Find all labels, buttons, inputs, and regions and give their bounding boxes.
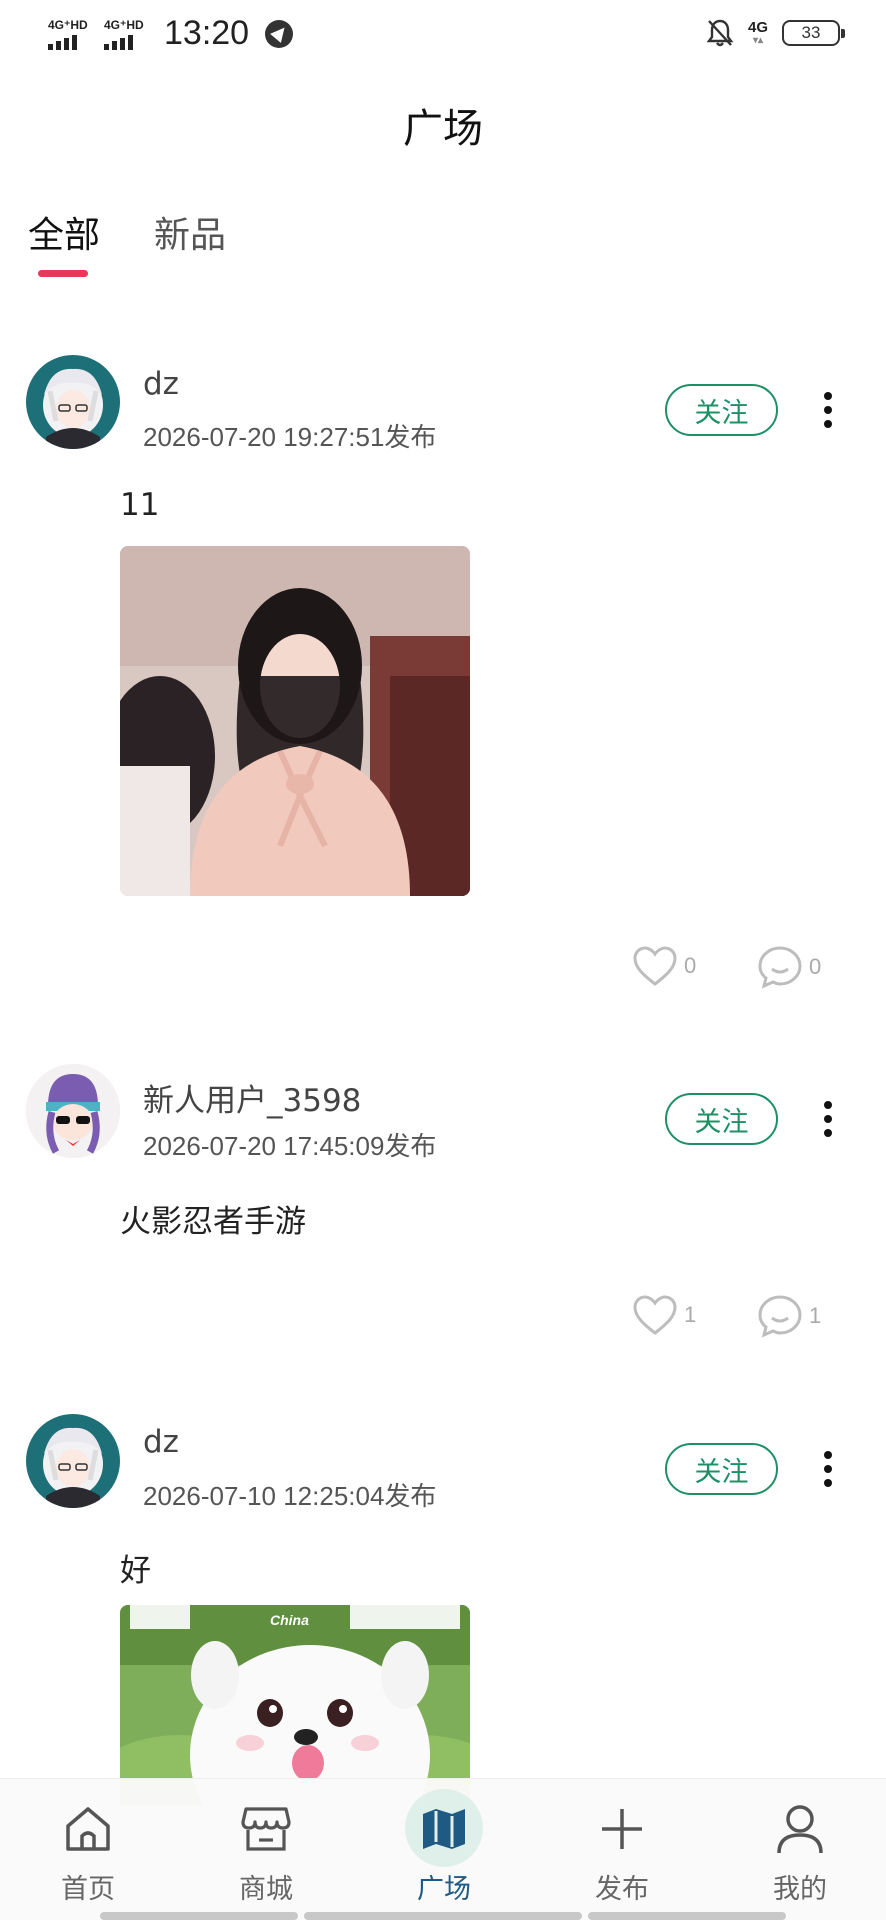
comment-button[interactable]: 0 [757,945,821,989]
avatar[interactable] [26,355,120,449]
post-image[interactable]: China [120,1605,470,1805]
follow-button[interactable]: 关注 [665,1443,778,1495]
store-icon [241,1807,291,1851]
home-indicator [588,1912,786,1920]
like-count: 0 [684,953,697,978]
sim1-signal-icon: 4G⁺HD [48,18,94,50]
nav-store[interactable]: 商城 [206,1801,326,1906]
like-button[interactable]: 0 [632,945,696,987]
nav-publish-label: 发布 [595,1874,649,1905]
comment-count: 1 [809,1303,822,1328]
active-tab-indicator [38,270,88,277]
comment-button[interactable]: 1 [757,1294,821,1338]
image-overlay-text: China [270,1612,309,1628]
bell-off-icon [706,19,734,47]
username[interactable]: dz [143,366,179,402]
post-text: 好 [120,1553,151,1589]
nav-store-label: 商城 [239,1874,293,1905]
sim1-label: 4G⁺HD [48,17,88,32]
battery-icon: 33 [782,20,845,46]
post-timestamp: 2026-07-20 17:45:09发布 [143,1131,437,1161]
more-options-icon[interactable] [818,1447,838,1491]
nav-profile[interactable]: 我的 [740,1801,860,1906]
nav-home[interactable]: 首页 [28,1801,148,1906]
nav-square-label: 广场 [417,1874,471,1905]
follow-button[interactable]: 关注 [665,384,778,436]
tab-all[interactable]: 全部 [28,206,101,277]
user-icon [777,1805,823,1854]
bottom-navigation: 首页 商城 广场 发布 我的 [0,1778,886,1920]
avatar[interactable] [26,1064,120,1158]
navigation-app-icon [265,19,294,48]
username[interactable]: 新人用户_3598 [143,1075,361,1120]
post-text: 11 [120,487,160,523]
network-4g-icon: 4G ▾▴ [747,19,768,46]
more-options-icon[interactable] [818,388,838,432]
sim2-signal-icon: 4G⁺HD [104,18,150,50]
battery-level: 33 [801,23,821,42]
tab-all-label: 全部 [28,215,101,256]
plus-icon [602,1809,642,1849]
status-bar: 4G⁺HD 4G⁺HD 13:20 4G ▾▴ 33 [0,0,886,68]
nav-square[interactable]: 广场 [384,1789,504,1906]
more-options-icon[interactable] [818,1097,838,1141]
username[interactable]: dz [143,1424,179,1460]
page-title: 广场 [403,106,483,152]
tab-new[interactable]: 新品 [154,206,226,258]
follow-button[interactable]: 关注 [665,1093,778,1145]
tab-bar: 全部 新品 [28,206,226,277]
nav-publish[interactable]: 发布 [562,1801,682,1906]
post-timestamp: 2026-07-20 19:27:51发布 [143,422,437,452]
post-image[interactable] [120,546,470,896]
comment-count: 0 [809,954,822,979]
avatar[interactable] [26,1414,120,1508]
status-time: 13:20 [164,14,250,52]
tab-new-label: 新品 [154,215,227,256]
home-icon [66,1807,110,1851]
post-timestamp: 2026-07-10 12:25:04发布 [143,1481,437,1511]
comment-icon [758,1295,802,1338]
heart-icon [633,946,677,986]
nav-profile-label: 我的 [773,1874,827,1905]
like-count: 1 [684,1302,697,1327]
heart-icon [633,1295,677,1335]
map-icon [423,1809,465,1849]
sim2-label: 4G⁺HD [104,17,144,32]
home-indicator [304,1912,582,1920]
comment-icon [758,946,802,989]
like-button[interactable]: 1 [632,1294,696,1336]
nav-home-label: 首页 [61,1874,115,1905]
post-text: 火影忍者手游 [120,1204,306,1240]
home-indicator [100,1912,298,1920]
